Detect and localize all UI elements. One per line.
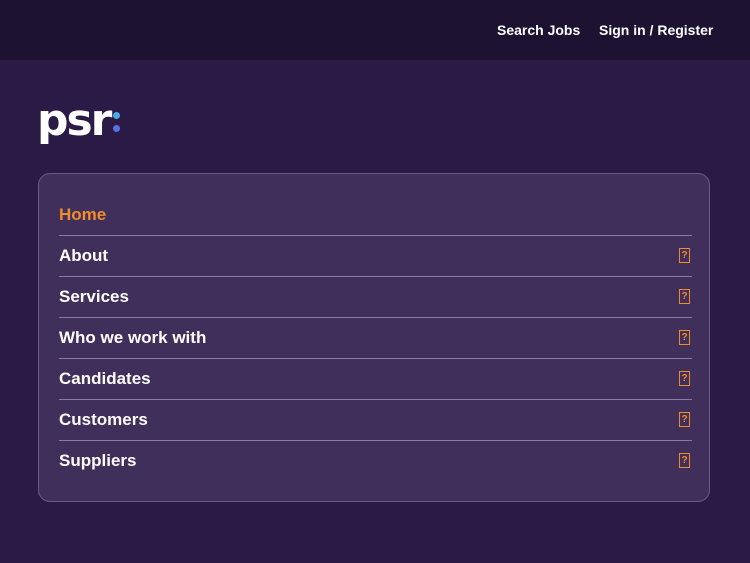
logo-dot-bottom — [113, 125, 121, 132]
menu-item-label: Candidates — [59, 369, 151, 388]
submenu-arrow-icon[interactable]: ? — [679, 453, 690, 468]
menu-item-customers[interactable]: Customers ? — [59, 400, 692, 441]
menu-item-services[interactable]: Services ? — [59, 277, 692, 318]
navigation-menu-panel: Home About ? Services ? Who we work with… — [38, 173, 710, 502]
logo-colon-icon — [113, 112, 121, 132]
menu-item-label: Suppliers — [59, 451, 137, 470]
logo-wordmark: psr — [37, 95, 112, 146]
navigation-menu-list: Home About ? Services ? Who we work with… — [59, 195, 692, 482]
menu-item-suppliers[interactable]: Suppliers ? — [59, 441, 692, 482]
menu-item-who-we-work-with[interactable]: Who we work with ? — [59, 318, 692, 359]
logo-dot-top — [113, 112, 121, 119]
submenu-arrow-icon[interactable]: ? — [679, 248, 690, 263]
submenu-arrow-icon[interactable]: ? — [679, 330, 690, 345]
menu-item-label: Home — [59, 205, 107, 224]
menu-item-home[interactable]: Home — [59, 195, 692, 236]
menu-item-candidates[interactable]: Candidates ? — [59, 359, 692, 400]
submenu-arrow-icon[interactable]: ? — [679, 412, 690, 427]
search-jobs-link[interactable]: Search Jobs — [497, 21, 580, 39]
submenu-arrow-icon[interactable]: ? — [679, 371, 690, 386]
menu-item-label: Customers — [59, 410, 148, 429]
sign-in-register-link[interactable]: Sign in / Register — [599, 21, 713, 39]
psr-logo[interactable]: psr — [37, 99, 137, 149]
submenu-arrow-icon[interactable]: ? — [679, 289, 690, 304]
top-navigation-bar: Search Jobs Sign in / Register — [0, 0, 750, 60]
menu-item-about[interactable]: About ? — [59, 236, 692, 277]
menu-item-label: About — [59, 246, 109, 265]
menu-item-label: Who we work with — [59, 328, 207, 347]
menu-item-label: Services — [59, 287, 129, 306]
